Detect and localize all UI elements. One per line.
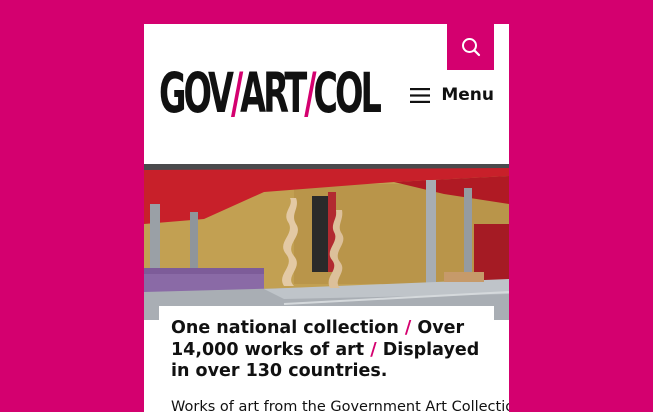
logo-slash: / xyxy=(230,61,243,125)
site-logo[interactable]: GOV/ART/COL xyxy=(159,66,382,121)
hero-image xyxy=(144,164,509,320)
logo-slash: / xyxy=(304,61,316,125)
logo-gov: GOV xyxy=(159,61,234,125)
headline-part-1: One national collection xyxy=(171,318,399,338)
gallery-photo xyxy=(144,164,509,320)
site-header: GOV/ART/COL Menu xyxy=(144,24,509,164)
hamburger-icon xyxy=(410,87,431,103)
headline-slash: / xyxy=(370,339,377,360)
intro-card: One national collection / Over 14,000 wo… xyxy=(159,306,509,412)
logo-art: ART xyxy=(240,61,307,125)
logo-col: COL xyxy=(313,61,381,125)
headline-slash: / xyxy=(404,318,412,338)
search-icon xyxy=(461,38,480,57)
headline: One national collection / Over 14,000 wo… xyxy=(171,318,482,383)
menu-button[interactable]: Menu xyxy=(410,85,494,105)
search-button[interactable] xyxy=(447,24,494,70)
intro-text: Works of art from the Government Art Col… xyxy=(171,398,509,412)
mobile-page: GOV/ART/COL Menu One national collection… xyxy=(144,24,509,412)
menu-label: Menu xyxy=(441,85,494,105)
